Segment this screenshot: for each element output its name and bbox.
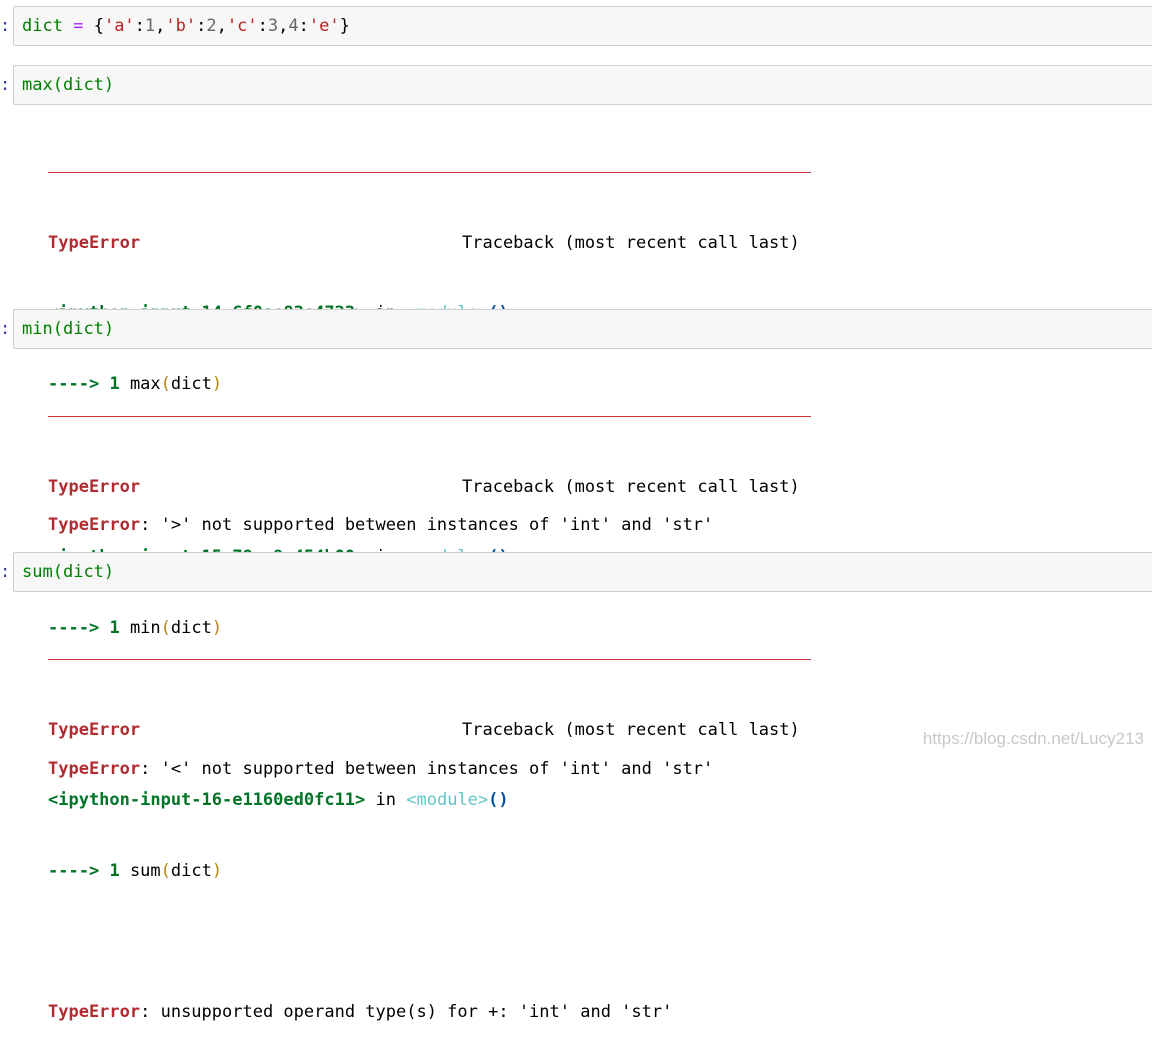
traceback-label: Traceback (most recent call last) bbox=[462, 476, 800, 497]
code-token: 3 bbox=[267, 16, 279, 36]
code-token: dict bbox=[22, 16, 63, 36]
code-token: 'e' bbox=[308, 16, 340, 36]
cell-prompt: : bbox=[0, 562, 11, 582]
watermark: https://blog.csdn.net/Lucy213 bbox=[922, 729, 1144, 748]
code-token: dict bbox=[62, 319, 104, 339]
module-ref: <module> bbox=[406, 790, 489, 810]
cell-prompt: : bbox=[0, 75, 11, 95]
traceback-label: Traceback (most recent call last) bbox=[462, 719, 800, 740]
cell-prompt: : bbox=[0, 319, 11, 339]
in-word: in bbox=[375, 790, 397, 810]
code-token: sum bbox=[22, 562, 53, 582]
code-token: dict bbox=[170, 860, 212, 881]
code-token: 'a' bbox=[103, 16, 135, 36]
traceback-divider bbox=[48, 416, 811, 418]
traceback-divider bbox=[48, 659, 811, 661]
line-number: 1 bbox=[109, 860, 120, 881]
code-token: min bbox=[22, 319, 53, 339]
code-token: dict bbox=[62, 75, 104, 95]
code-token: 1 bbox=[144, 16, 156, 36]
code-token: 'b' bbox=[165, 16, 197, 36]
code-token: 2 bbox=[206, 16, 217, 36]
error-message: : unsupported operand type(s) for +: 'in… bbox=[140, 1001, 673, 1022]
code-input[interactable]: max(dict) bbox=[13, 65, 1152, 105]
error-name: TypeError bbox=[48, 232, 141, 253]
arrow: ----> bbox=[48, 860, 100, 881]
error-name: TypeError bbox=[48, 1001, 141, 1022]
module-parens: () bbox=[488, 790, 509, 810]
code-token: = bbox=[73, 16, 84, 36]
code-token: 'c' bbox=[226, 16, 258, 36]
code-input[interactable]: sum(dict) bbox=[13, 552, 1152, 592]
code-token: } bbox=[339, 16, 350, 36]
code-token: { bbox=[93, 16, 104, 36]
input-ref: <ipython-input-16-e1160ed0fc11> bbox=[48, 790, 366, 810]
error-name: TypeError bbox=[48, 476, 141, 497]
code-input[interactable]: dict = {'a':1,'b':2,'c':3,4:'e'} bbox=[13, 6, 1152, 46]
code-input[interactable]: min(dict) bbox=[13, 309, 1152, 349]
error-name: TypeError bbox=[48, 719, 141, 740]
traceback-divider bbox=[48, 172, 811, 174]
cell-prompt: : bbox=[0, 16, 11, 36]
code-token: dict bbox=[62, 562, 104, 582]
code-token: max bbox=[22, 75, 53, 95]
traceback-label: Traceback (most recent call last) bbox=[462, 232, 800, 253]
code-token: sum bbox=[129, 860, 161, 881]
code-token: 4 bbox=[288, 16, 299, 36]
error-output-3: TypeError Traceback (most recent call las… bbox=[48, 601, 838, 1048]
